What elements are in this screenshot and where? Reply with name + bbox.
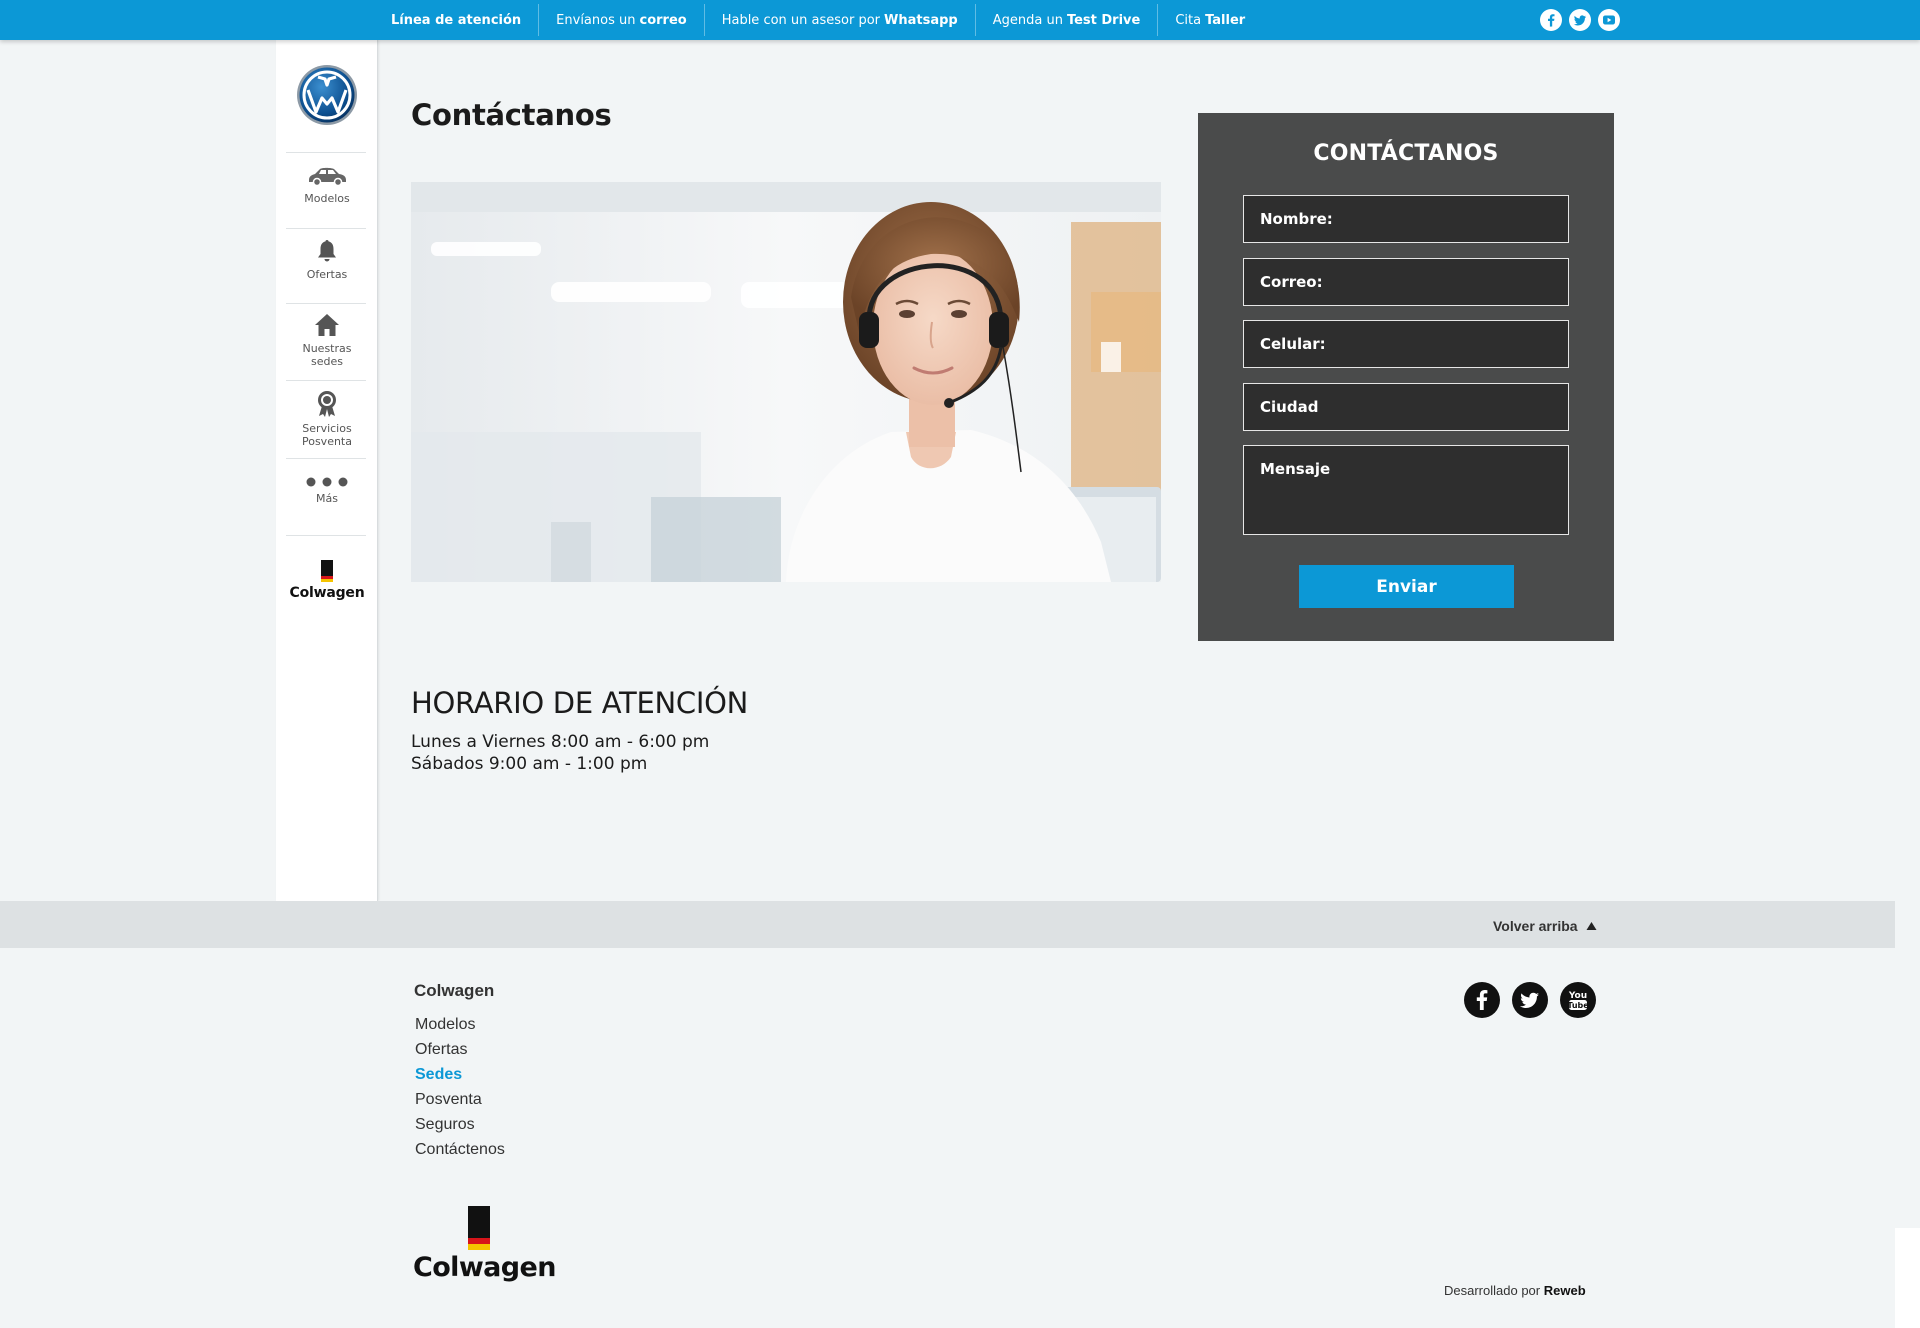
top-link-cita-taller[interactable]: Cita Taller: [1157, 4, 1262, 36]
sidebar-brand[interactable]: Colwagen: [276, 560, 378, 601]
top-link-test-drive[interactable]: Agenda un Test Drive: [974, 4, 1158, 36]
vw-logo[interactable]: [296, 64, 358, 126]
more-dots-icon: [276, 476, 378, 488]
page-title: Contáctanos: [411, 98, 612, 132]
colwagen-flag-icon: [276, 560, 378, 582]
home-icon: [276, 312, 378, 338]
footer-links: Modelos Ofertas Sedes Posventa Seguros C…: [415, 1012, 505, 1162]
top-social-links: [1540, 9, 1620, 31]
footer-brand[interactable]: Colwagen: [413, 1206, 556, 1283]
page-edge: [1895, 1228, 1920, 1328]
message-field[interactable]: [1243, 445, 1569, 535]
sidebar-item-label: Ofertas: [306, 268, 348, 281]
credit-name[interactable]: Reweb: [1544, 1283, 1586, 1298]
name-field[interactable]: [1243, 195, 1569, 243]
youtube-icon[interactable]: [1598, 9, 1620, 31]
sidebar-item-posventa[interactable]: Servicios Posventa: [276, 390, 378, 448]
sidebar-item-modelos[interactable]: Modelos: [276, 164, 378, 205]
back-to-top-link[interactable]: Volver arriba: [1493, 918, 1597, 934]
sidebar-item-mas[interactable]: Más: [276, 476, 378, 505]
top-link-bold: Whatsapp: [884, 12, 958, 28]
sidebar-divider: [286, 380, 366, 381]
form-title: CONTÁCTANOS: [1313, 141, 1499, 166]
arrow-up-icon: [1586, 918, 1597, 934]
footer-brand-label: Colwagen: [413, 1252, 556, 1283]
twitter-icon[interactable]: [1569, 9, 1591, 31]
top-link-prefix: Hable con un asesor por: [721, 12, 881, 28]
credit-prefix: Desarrollado por: [1444, 1283, 1541, 1298]
facebook-icon[interactable]: [1464, 982, 1500, 1018]
top-link-prefix: Agenda un: [992, 12, 1063, 28]
contact-form: CONTÁCTANOS Enviar: [1198, 113, 1614, 641]
top-link-whatsapp[interactable]: Hable con un asesor por Whatsapp: [703, 4, 975, 36]
city-field[interactable]: [1243, 383, 1569, 431]
sidebar-divider: [286, 535, 366, 536]
twitter-icon[interactable]: [1512, 982, 1548, 1018]
sidebar-item-label: Más: [316, 492, 338, 505]
sidebar: Modelos Ofertas Nuestras sedes Servicios…: [276, 40, 378, 901]
footer-link-sedes[interactable]: Sedes: [415, 1062, 505, 1087]
sidebar-item-label: Modelos: [304, 192, 350, 205]
top-link-prefix: Cita: [1175, 12, 1202, 28]
developer-credit: Desarrollado por Reweb: [1444, 1283, 1586, 1298]
youtube-icon[interactable]: You Tube: [1560, 982, 1596, 1018]
top-link-bold: correo: [639, 12, 687, 28]
footer-title: Colwagen: [414, 981, 495, 1000]
back-to-top-band: Volver arriba: [0, 901, 1895, 948]
hours-title: HORARIO DE ATENCIÓN: [411, 686, 749, 720]
top-link-bold: Test Drive: [1066, 12, 1141, 28]
sidebar-divider: [286, 152, 366, 153]
sidebar-divider: [286, 303, 366, 304]
hours-weekdays: Lunes a Viernes 8:00 am - 6:00 pm: [411, 732, 710, 752]
top-link-bold: Taller: [1205, 12, 1246, 28]
top-link-linea-atencion[interactable]: Línea de atención: [377, 4, 538, 36]
svg-text:Tube: Tube: [1567, 1001, 1589, 1010]
footer-social-links: You Tube: [1464, 982, 1596, 1018]
sidebar-item-label: Servicios Posventa: [301, 422, 352, 448]
top-bar: Línea de atención Envíanos un correo Habl…: [0, 0, 1920, 40]
top-nav: Línea de atención Envíanos un correo Habl…: [377, 0, 1262, 40]
footer-link-seguros[interactable]: Seguros: [415, 1112, 505, 1137]
top-link-correo[interactable]: Envíanos un correo: [538, 4, 704, 36]
colwagen-flag-icon: [413, 1206, 545, 1250]
car-icon: [276, 164, 378, 188]
send-button[interactable]: Enviar: [1299, 565, 1514, 608]
sidebar-item-label: Nuestras sedes: [302, 342, 352, 368]
email-field[interactable]: [1243, 258, 1569, 306]
bell-icon: [276, 238, 378, 264]
sidebar-item-ofertas[interactable]: Ofertas: [276, 238, 378, 281]
sidebar-divider: [286, 228, 366, 229]
facebook-icon[interactable]: [1540, 9, 1562, 31]
top-link-prefix: Envíanos un: [556, 12, 636, 28]
hero-image: [411, 182, 1161, 582]
svg-text:You: You: [1568, 991, 1587, 1001]
footer-link-posventa[interactable]: Posventa: [415, 1087, 505, 1112]
sidebar-divider: [286, 458, 366, 459]
sidebar-brand-label: Colwagen: [289, 585, 365, 601]
back-to-top-label: Volver arriba: [1493, 918, 1578, 934]
sidebar-item-sedes[interactable]: Nuestras sedes: [276, 312, 378, 368]
footer-link-ofertas[interactable]: Ofertas: [415, 1037, 505, 1062]
footer-link-contactenos[interactable]: Contáctenos: [415, 1137, 505, 1162]
footer-link-modelos[interactable]: Modelos: [415, 1012, 505, 1037]
phone-field[interactable]: [1243, 320, 1569, 368]
award-icon: [276, 390, 378, 418]
hours-saturday: Sábados 9:00 am - 1:00 pm: [411, 754, 648, 774]
